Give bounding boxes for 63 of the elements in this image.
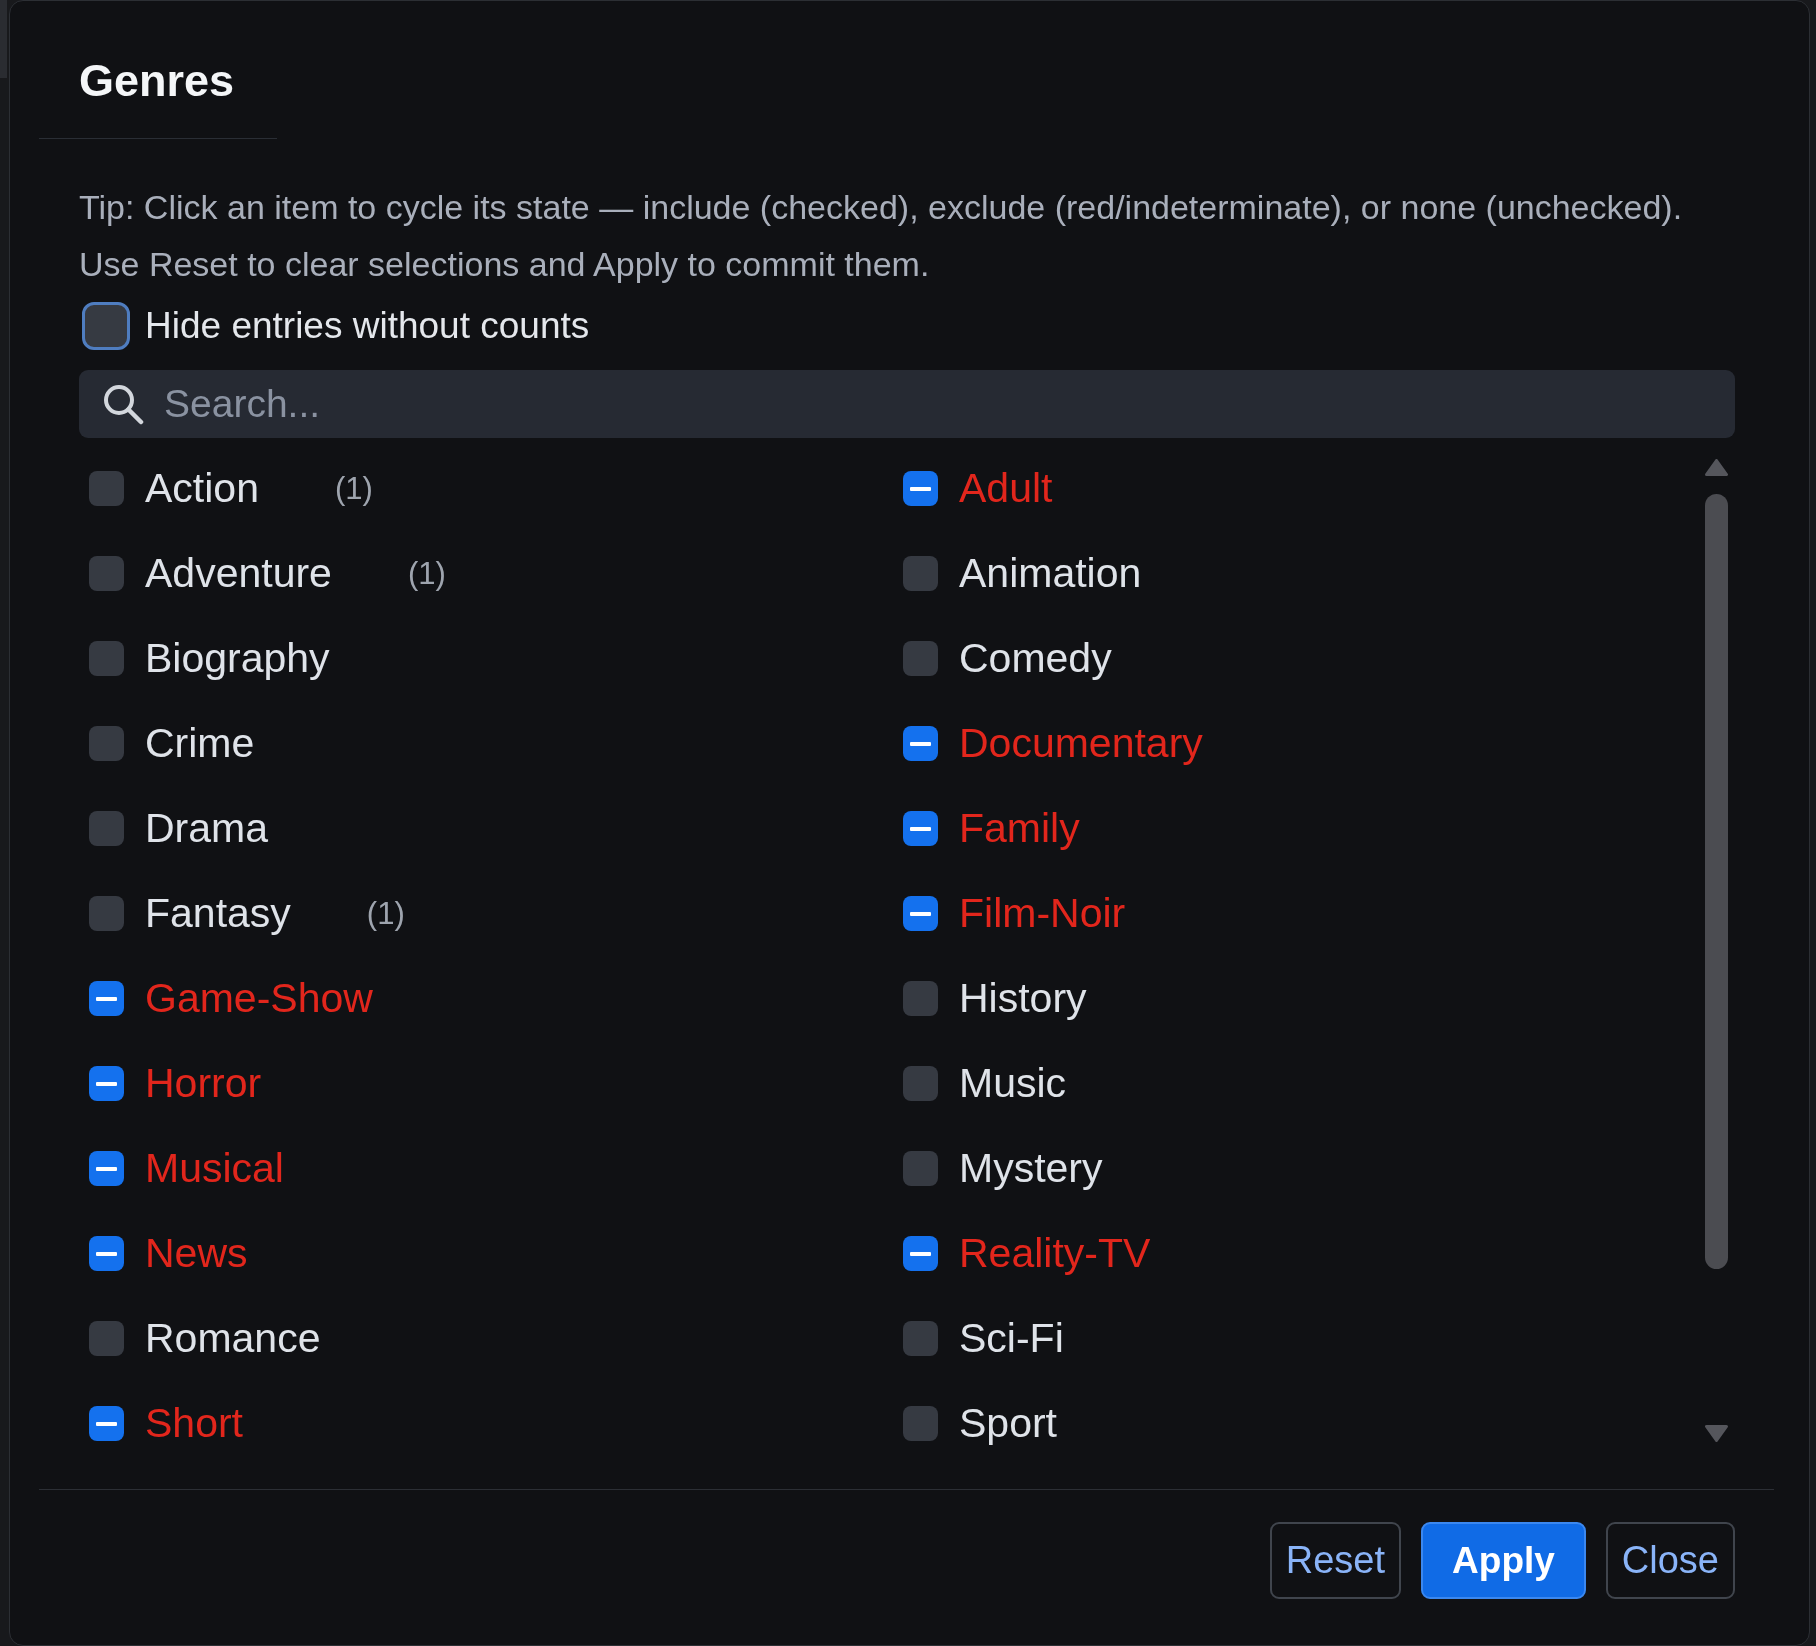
- genre-label[interactable]: Reality-TV: [959, 1230, 1151, 1277]
- checkbox[interactable]: [89, 1321, 124, 1356]
- reset-button[interactable]: Reset: [1269, 1522, 1402, 1599]
- checkbox[interactable]: [903, 471, 938, 506]
- genre-label[interactable]: Sci-Fi: [959, 1315, 1064, 1362]
- genre-label[interactable]: Crime: [145, 720, 255, 767]
- checkbox[interactable]: [89, 896, 124, 931]
- genre-label[interactable]: History: [959, 975, 1087, 1022]
- checkbox[interactable]: [903, 641, 938, 676]
- genre-label[interactable]: Sport: [959, 1400, 1057, 1447]
- genre-label[interactable]: Adventure: [145, 550, 332, 597]
- genre-label[interactable]: Documentary: [959, 720, 1203, 767]
- checkbox[interactable]: [903, 726, 938, 761]
- checkbox[interactable]: [89, 726, 124, 761]
- checkbox[interactable]: [903, 1321, 938, 1356]
- close-button[interactable]: Close: [1605, 1522, 1735, 1599]
- genre-label[interactable]: Adult: [959, 465, 1053, 512]
- genre-label[interactable]: Drama: [145, 805, 269, 852]
- checkbox[interactable]: [82, 302, 130, 350]
- dialog-title: Genres: [79, 54, 235, 108]
- genre-label[interactable]: News: [145, 1230, 248, 1277]
- checkbox[interactable]: [89, 1406, 124, 1441]
- scroll-down-arrow-icon[interactable]: [1705, 1424, 1728, 1442]
- count-label: (1): [366, 895, 405, 932]
- count-label: (1): [407, 555, 446, 592]
- genre-label[interactable]: Family: [959, 805, 1080, 852]
- scroll-up-arrow-icon[interactable]: [1705, 459, 1728, 477]
- checkbox[interactable]: [89, 981, 124, 1016]
- checkbox[interactable]: [903, 811, 938, 846]
- genre-label[interactable]: Film-Noir: [959, 890, 1126, 937]
- checkbox[interactable]: [903, 1406, 938, 1441]
- checkbox[interactable]: [903, 556, 938, 591]
- search-field[interactable]: Search...: [79, 370, 1735, 438]
- checkbox[interactable]: [89, 1151, 124, 1186]
- genre-label[interactable]: Comedy: [959, 635, 1112, 682]
- genre-label[interactable]: Fantasy: [145, 890, 291, 937]
- checkbox[interactable]: [903, 1151, 938, 1186]
- scrollbar-thumb[interactable]: [1705, 494, 1728, 1269]
- checkbox[interactable]: [903, 981, 938, 1016]
- apply-button[interactable]: Apply: [1421, 1522, 1586, 1599]
- genre-label[interactable]: Mystery: [959, 1145, 1103, 1192]
- search-icon: [102, 383, 144, 425]
- checkbox-label[interactable]: Hide entries without counts: [145, 305, 590, 347]
- genre-label[interactable]: Animation: [959, 550, 1142, 597]
- genre-label[interactable]: Game-Show: [145, 975, 373, 1022]
- checkbox[interactable]: [89, 556, 124, 591]
- checkbox[interactable]: [89, 641, 124, 676]
- genre-label[interactable]: Horror: [145, 1060, 262, 1107]
- count-label: (1): [334, 470, 373, 507]
- checkbox[interactable]: [89, 1236, 124, 1271]
- genre-label[interactable]: Musical: [145, 1145, 284, 1192]
- checkbox[interactable]: [903, 1066, 938, 1101]
- checkbox[interactable]: [89, 811, 124, 846]
- checkbox[interactable]: [89, 471, 124, 506]
- genre-label[interactable]: Romance: [145, 1315, 321, 1362]
- genre-label[interactable]: Action: [145, 465, 259, 512]
- genre-label[interactable]: Music: [959, 1060, 1067, 1107]
- genre-label[interactable]: Short: [145, 1400, 243, 1447]
- checkbox[interactable]: [903, 896, 938, 931]
- checkbox[interactable]: [903, 1236, 938, 1271]
- checkbox[interactable]: [89, 1066, 124, 1101]
- tip-text: Tip: Click an item to cycle its state — include (checked), exclude (red/indeterminate), or none (unchecked). Use Reset to clear selections and Apply to commit them.: [79, 187, 1683, 285]
- genre-label[interactable]: Biography: [145, 635, 330, 682]
